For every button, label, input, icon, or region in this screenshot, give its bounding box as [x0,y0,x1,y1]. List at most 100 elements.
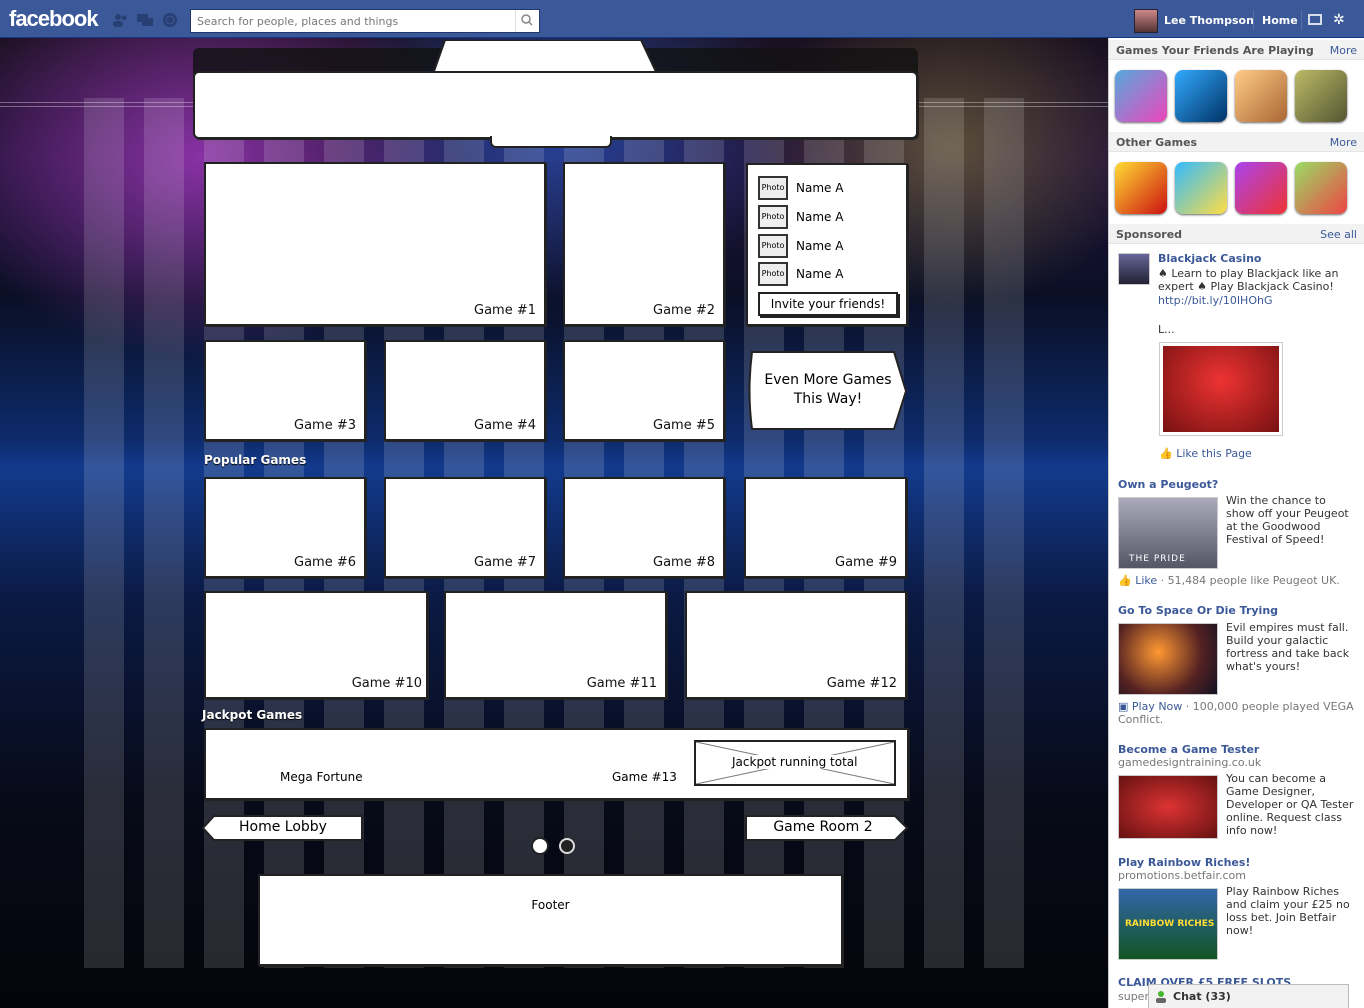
game-tile-5[interactable]: Game #5 [563,340,725,441]
ad-image[interactable] [1118,623,1218,695]
friend-photo: Photo [758,234,788,258]
ad-image[interactable] [1159,342,1283,436]
game-label: Game #8 [653,555,715,570]
search-input[interactable]: Search for people, places and things [190,9,540,33]
game-label: Game #9 [835,555,897,570]
friend-item[interactable]: Photo Name A [758,234,888,258]
more-games-button[interactable]: Even More Games This Way! [753,371,903,409]
header-banner [193,71,918,139]
ad-image[interactable]: THE PRIDE [1118,497,1218,569]
game-icon[interactable] [1295,162,1347,214]
footer: Footer [258,874,843,966]
game-label: Game #1 [474,303,536,318]
ad-title[interactable]: Own a Peugeot? [1118,478,1218,491]
home-link[interactable]: Home [1262,14,1298,27]
ad-text: You can become a Game Designer, Develope… [1226,772,1354,837]
game-icon[interactable] [1235,162,1287,214]
facebook-logo[interactable]: facebook [9,6,99,32]
search-button[interactable] [515,10,539,32]
see-all-link[interactable]: See all [1320,228,1357,241]
game-tile-12[interactable]: Game #12 [685,591,907,699]
popular-games-title: Popular Games [204,453,307,467]
page-indicator-dot-active[interactable] [531,837,549,855]
like-link[interactable]: 👍 Like [1118,574,1157,587]
ad-image-caption: THE PRIDE [1129,554,1186,564]
ad-title[interactable]: Blackjack Casino [1158,252,1261,265]
friend-name: Name A [796,239,844,253]
game-icon[interactable] [1175,70,1227,122]
ad-image-caption: RAINBOW RICHES [1125,919,1215,929]
game-label: Game #11 [586,676,657,691]
friend-requests-icon[interactable] [112,12,128,27]
ad-domain: promotions.betfair.com [1118,869,1246,882]
ad-title[interactable]: Play Rainbow Riches! [1118,856,1250,869]
footer-label: Footer [531,898,570,912]
ad-text: Evil empires must fall. Build your galac… [1226,621,1350,673]
game-icon[interactable] [1175,162,1227,214]
jackpot-games-title: Jackpot Games [202,708,303,722]
game-label: Game #12 [826,676,897,691]
game-tile-3[interactable]: Game #3 [204,340,366,441]
jackpot-game-banner[interactable]: Mega Fortune Game #13 Jackpot running to… [204,728,909,800]
notifications-globe-icon[interactable] [162,12,178,27]
game-icon[interactable] [1235,70,1287,122]
user-avatar[interactable] [1134,9,1158,33]
chat-bar[interactable]: Chat (33) [1148,984,1349,1008]
more-link[interactable]: More [1330,44,1357,57]
messages-icon[interactable] [137,12,153,26]
game-icon[interactable] [1295,70,1347,122]
friend-photo: Photo [758,176,788,200]
ad-title[interactable]: Become a Game Tester [1118,743,1259,756]
ad-image[interactable]: RAINBOW RICHES [1118,888,1218,960]
sponsored-header: Sponsored See all [1109,224,1364,244]
game-tile-4[interactable]: Game #4 [384,340,546,441]
online-friends-icon [1156,991,1166,1003]
invite-friends-button[interactable]: Invite your friends! [758,292,898,316]
search-placeholder: Search for people, places and things [197,15,399,28]
game-tile-11[interactable]: Game #11 [444,591,667,699]
play-now-link[interactable]: ▣ Play Now [1118,700,1182,713]
page-indicator-dot[interactable] [559,838,575,854]
ad-url[interactable]: http://bit.ly/10IHOhG [1158,294,1273,307]
game-canvas: Game #1 Game #2 Photo Name A Photo Name A … [0,38,1108,1008]
privacy-shortcuts-icon[interactable] [1308,14,1322,25]
like-this-page-link[interactable]: 👍 Like this Page [1159,447,1252,460]
friend-photo: Photo [758,262,788,286]
game-tile-7[interactable]: Game #7 [384,477,546,578]
game-tile-6[interactable]: Game #6 [204,477,366,578]
jackpot-total-placeholder: Jackpot running total [694,740,896,786]
friend-item[interactable]: Photo Name A [758,205,888,229]
profile-link[interactable]: Lee Thompson [1164,14,1254,27]
facebook-top-bar: facebook Search for people, places and t… [0,0,1364,38]
game-tile-9[interactable]: Game #9 [744,477,907,578]
ad-thumbnail[interactable] [1118,253,1150,285]
divider [1301,10,1302,30]
more-link[interactable]: More [1330,136,1357,149]
game-tile-1[interactable]: Game #1 [204,162,546,326]
friend-item[interactable]: Photo Name A [758,262,888,286]
game-lobby-wireframe: Game #1 Game #2 Photo Name A Photo Name A … [193,40,918,978]
game-room-2-button[interactable]: Game Room 2 [753,819,893,835]
game-icon[interactable] [1115,162,1167,214]
game-label: Game #2 [653,303,715,318]
game-tile-10[interactable]: Game #10 [204,591,428,699]
friend-name: Name A [796,267,844,281]
game-tile-2[interactable]: Game #2 [563,162,725,326]
game-tile-8[interactable]: Game #8 [563,477,725,578]
ad-title[interactable]: Go To Space Or Die Trying [1118,604,1278,617]
divider [1253,10,1254,30]
home-lobby-button[interactable]: Home Lobby [218,819,348,835]
header-banner-tab [490,136,612,148]
game-icon[interactable] [1115,70,1167,122]
thumbs-up-icon: 👍 [1118,574,1136,587]
chat-label: Chat (33) [1173,990,1231,1003]
ad-image[interactable] [1118,775,1218,839]
friend-item[interactable]: Photo Name A [758,176,888,200]
settings-gear-icon[interactable]: ✲ [1333,12,1345,28]
other-games-header: Other Games More [1109,132,1364,152]
ad-domain: gamedesigntraining.co.uk [1118,756,1262,769]
ad-social-line: ▣ Play Now · 100,000 people played VEGA … [1118,700,1354,726]
app-icon: ▣ [1118,700,1132,713]
thumbs-up-icon: 👍 [1159,447,1177,460]
jackpot-total-label: Jackpot running total [730,755,860,769]
